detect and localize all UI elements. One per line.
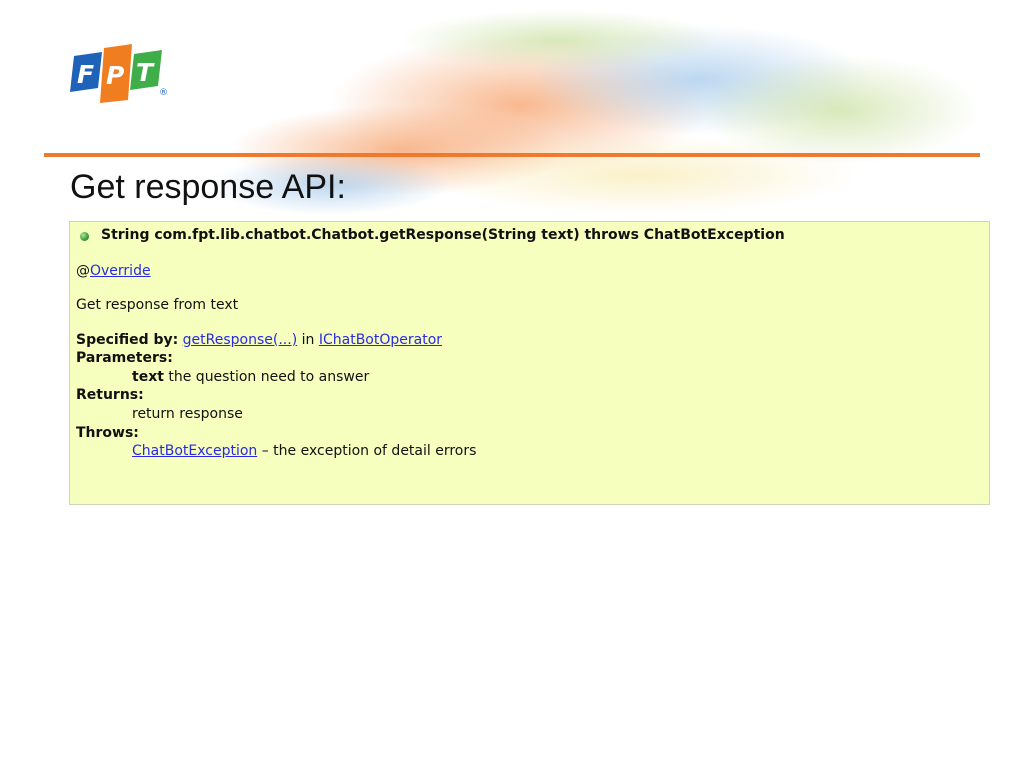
- annotation-prefix: @: [76, 263, 90, 279]
- method-signature-row: String com.fpt.lib.chatbot.Chatbot.getRe…: [80, 227, 785, 243]
- javadoc-panel: String com.fpt.lib.chatbot.Chatbot.getRe…: [69, 221, 990, 505]
- annotation-line: @Override: [76, 263, 151, 279]
- ichatbotoperator-link[interactable]: IChatBotOperator: [319, 332, 442, 348]
- parameters-label: Parameters:: [76, 350, 173, 366]
- public-method-icon: [80, 231, 89, 241]
- svg-text:F: F: [77, 60, 94, 89]
- parameter-line: text the question need to answer: [132, 369, 369, 385]
- svg-text:T: T: [136, 58, 155, 87]
- get-response-link[interactable]: getResponse(...): [183, 332, 298, 348]
- specified-by-line: Specified by: getResponse(...) in IChatB…: [76, 332, 442, 348]
- fpt-logo: F P T ®: [70, 44, 168, 103]
- specified-by-label: Specified by:: [76, 332, 179, 348]
- throws-line: ChatBotException – the exception of deta…: [132, 443, 476, 459]
- specified-by-in: in: [301, 332, 315, 348]
- svg-text:P: P: [106, 61, 124, 90]
- method-description: Get response from text: [76, 297, 239, 313]
- throws-label: Throws:: [76, 425, 139, 441]
- throws-description: – the exception of detail errors: [261, 443, 477, 459]
- svg-text:®: ®: [159, 88, 168, 98]
- returns-description: return response: [132, 406, 243, 422]
- returns-label: Returns:: [76, 387, 144, 403]
- chatbotexception-link[interactable]: ChatBotException: [132, 443, 257, 459]
- title-divider: [44, 153, 980, 157]
- parameter-description: the question need to answer: [168, 369, 370, 385]
- override-link[interactable]: Override: [90, 263, 151, 279]
- page-title: Get response API:: [70, 168, 346, 206]
- method-signature: String com.fpt.lib.chatbot.Chatbot.getRe…: [101, 227, 785, 243]
- parameter-name: text: [132, 369, 164, 385]
